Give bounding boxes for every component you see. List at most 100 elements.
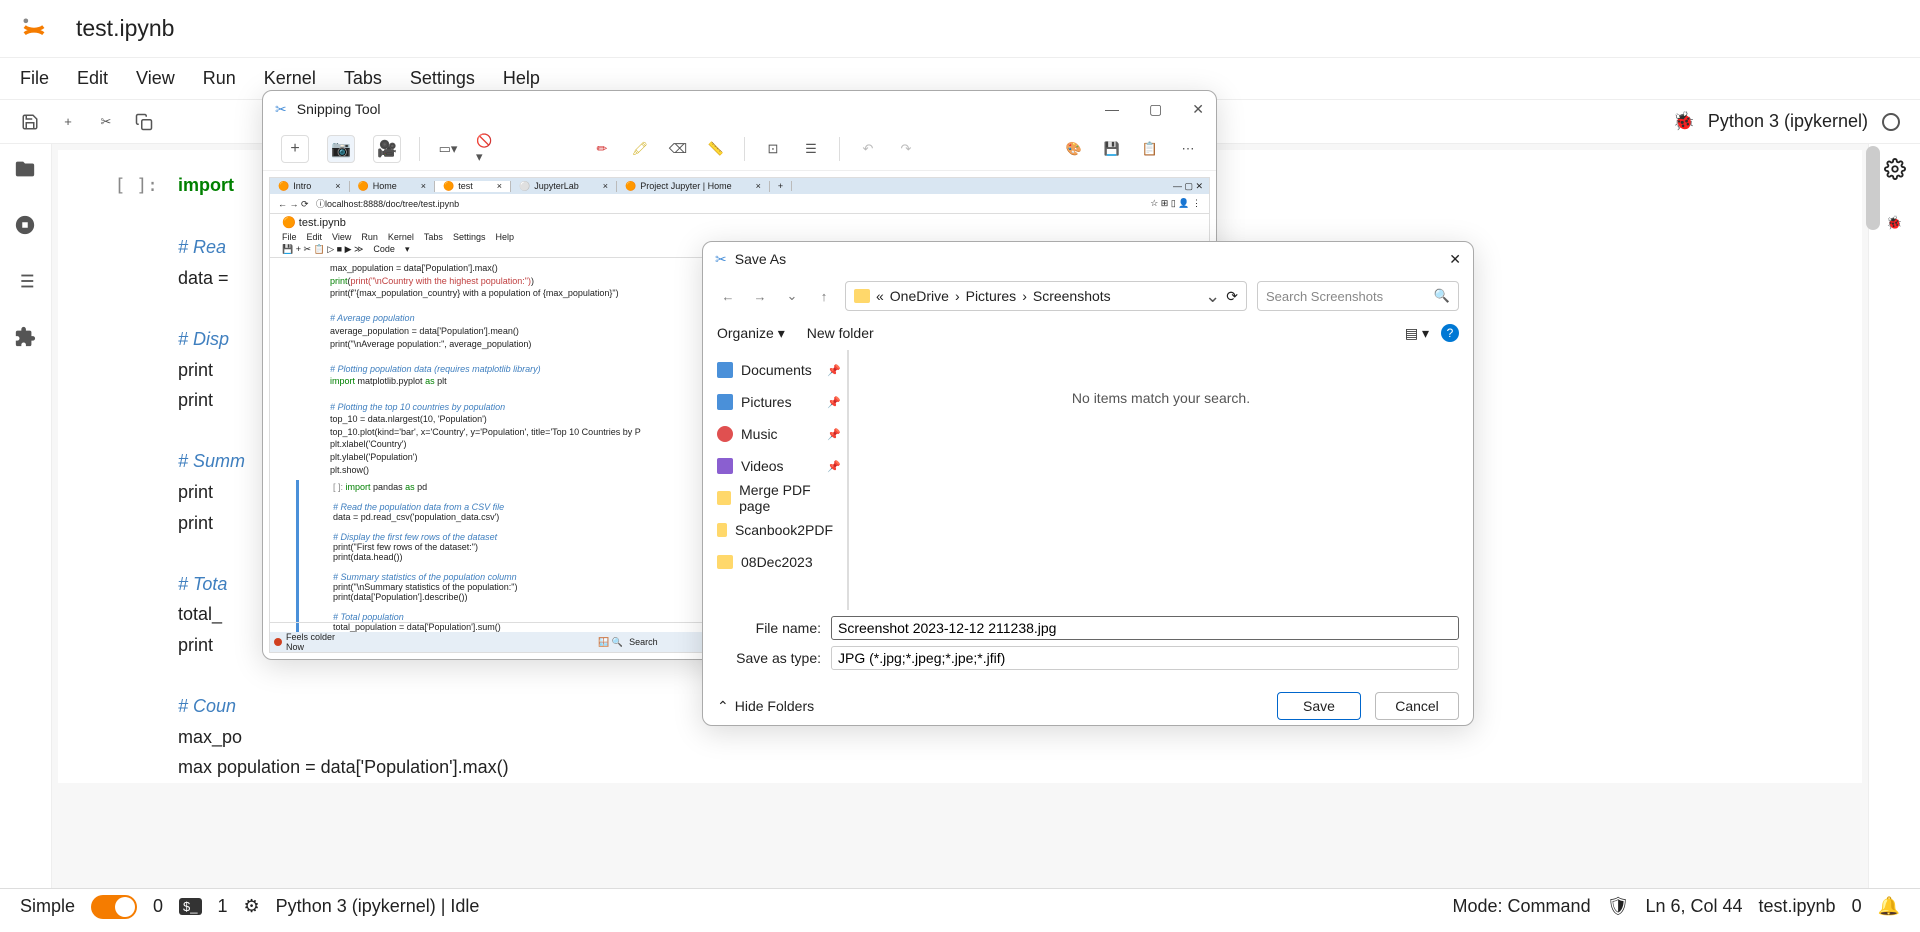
organize-button[interactable]: Organize ▾	[717, 325, 785, 342]
file-list: No items match your search.	[847, 350, 1473, 610]
gear-icon[interactable]	[1884, 158, 1906, 183]
delay-icon[interactable]: 🚫▾	[476, 139, 496, 159]
undo-icon[interactable]: ↶	[858, 139, 878, 159]
save-snip-icon[interactable]: 💾	[1102, 139, 1122, 159]
folder-dec[interactable]: 08Dec2023	[703, 546, 847, 578]
cancel-button[interactable]: Cancel	[1375, 692, 1459, 720]
bell-icon[interactable]: 🔔	[1878, 896, 1900, 917]
copy-icon[interactable]	[134, 112, 154, 132]
filename-label: File name:	[717, 620, 821, 636]
save-as-icon: ✂	[715, 251, 727, 268]
maximize-icon[interactable]: ▢	[1149, 101, 1162, 118]
kernel-status-icon	[1882, 113, 1900, 131]
save-as-dialog: ✂ Save As ✕ ← → ⌄ ↑ « OneDrive › Picture…	[702, 241, 1474, 726]
nav-up-icon[interactable]: ↑	[813, 285, 835, 307]
palette-icon[interactable]: 🎨	[1064, 139, 1084, 159]
text-recog-icon[interactable]: ☰	[801, 139, 821, 159]
refresh-icon[interactable]: ⟳	[1226, 288, 1238, 305]
status-bar: Simple 0 $_ 1 ⚙ Python 3 (ipykernel) | I…	[0, 888, 1920, 924]
folder-merge[interactable]: Merge PDF page	[703, 482, 847, 514]
rect-mode-icon[interactable]: ▭▾	[438, 139, 458, 159]
cut-icon[interactable]: ✂	[96, 112, 116, 132]
terminal-icon[interactable]: $_	[179, 898, 201, 915]
folder-documents[interactable]: Documents📌	[703, 354, 847, 386]
folder-videos[interactable]: Videos📌	[703, 450, 847, 482]
menu-run[interactable]: Run	[203, 68, 236, 89]
hide-folders-button[interactable]: ⌃Hide Folders	[717, 698, 814, 715]
new-snip-button[interactable]: +	[281, 135, 309, 163]
scrollbar[interactable]	[1866, 146, 1880, 230]
search-input[interactable]: Search Screenshots 🔍	[1257, 281, 1459, 311]
nav-forward-icon[interactable]: →	[749, 285, 771, 307]
filename-input[interactable]	[831, 616, 1459, 640]
redo-icon[interactable]: ↷	[896, 139, 916, 159]
bug-icon[interactable]: 🐞	[1674, 112, 1694, 132]
folder-icon[interactable]	[14, 158, 38, 182]
kernel-name[interactable]: Python 3 (ipykernel)	[1708, 111, 1868, 132]
new-folder-button[interactable]: New folder	[807, 325, 874, 341]
status-mode: Mode: Command	[1453, 896, 1591, 917]
simple-label: Simple	[20, 896, 75, 917]
running-icon[interactable]	[14, 214, 38, 238]
menu-view[interactable]: View	[136, 68, 175, 89]
video-mode-button[interactable]: 🎥	[373, 135, 401, 163]
jupyter-logo	[20, 15, 48, 43]
save-as-nav: ← → ⌄ ↑ « OneDrive › Pictures › Screensh…	[703, 276, 1473, 316]
save-button[interactable]: Save	[1277, 692, 1361, 720]
organize-bar: Organize ▾ New folder ▤ ▾ ?	[703, 316, 1473, 350]
menu-settings[interactable]: Settings	[410, 68, 475, 89]
path-bar[interactable]: « OneDrive › Pictures › Screenshots ⌄ ⟳	[845, 281, 1247, 311]
help-icon[interactable]: ?	[1441, 324, 1459, 342]
status-zero: 0	[153, 896, 163, 917]
status-pos: Ln 6, Col 44	[1645, 896, 1742, 917]
status-file: test.ipynb	[1759, 896, 1836, 917]
save-as-close-icon[interactable]: ✕	[1449, 251, 1461, 268]
status-zero2: 0	[1852, 896, 1862, 917]
camera-mode-button[interactable]: 📷	[327, 135, 355, 163]
snip-toolbar: + 📷 🎥 ▭▾ 🚫▾ ✏ 🖍 ⌫ 📏 ⊡ ☰ ↶ ↷ 🎨 💾 📋 ⋯	[263, 127, 1216, 171]
view-mode-icon[interactable]: ▤ ▾	[1405, 325, 1429, 342]
snip-titlebar[interactable]: ✂ Snipping Tool — ▢ ✕	[263, 91, 1216, 127]
extension-icon[interactable]	[14, 326, 38, 350]
search-icon: 🔍	[1434, 288, 1450, 304]
kernel-icon-sm: ⚙	[244, 896, 260, 917]
eraser-icon[interactable]: ⌫	[668, 139, 688, 159]
copy-snip-icon[interactable]: 📋	[1140, 139, 1160, 159]
crop-icon[interactable]: ⊡	[763, 139, 783, 159]
menu-help[interactable]: Help	[503, 68, 540, 89]
filetype-select[interactable]	[831, 646, 1459, 670]
pen-red-icon[interactable]: ✏	[592, 139, 612, 159]
shield-icon: 🛡	[1607, 896, 1630, 917]
path-folder-icon	[854, 289, 870, 303]
menu-file[interactable]: File	[20, 68, 49, 89]
save-icon[interactable]	[20, 112, 40, 132]
right-sidebar: 🐞	[1868, 144, 1920, 888]
empty-message: No items match your search.	[1072, 390, 1250, 406]
folder-tree: Documents📌 Pictures📌 Music📌 Videos📌 Merg…	[703, 350, 847, 610]
ruler-icon[interactable]: 📏	[706, 139, 726, 159]
more-icon[interactable]: ⋯	[1178, 139, 1198, 159]
folder-pictures[interactable]: Pictures📌	[703, 386, 847, 418]
notebook-title: test.ipynb	[76, 15, 174, 42]
save-as-titlebar[interactable]: ✂ Save As ✕	[703, 242, 1473, 276]
status-kernel: Python 3 (ipykernel) | Idle	[276, 896, 480, 917]
save-as-title-text: Save As	[735, 251, 786, 267]
folder-scan[interactable]: Scanbook2PDF	[703, 514, 847, 546]
highlighter-icon[interactable]: 🖍	[630, 139, 650, 159]
folder-music[interactable]: Music📌	[703, 418, 847, 450]
snip-app-icon: ✂	[275, 101, 287, 118]
status-one: 1	[218, 896, 228, 917]
minimize-icon[interactable]: —	[1105, 101, 1119, 118]
filetype-label: Save as type:	[717, 650, 821, 666]
menu-edit[interactable]: Edit	[77, 68, 108, 89]
close-icon[interactable]: ✕	[1192, 101, 1204, 118]
toc-icon[interactable]	[14, 270, 38, 294]
nav-dropdown-icon[interactable]: ⌄	[781, 285, 803, 307]
nav-back-icon[interactable]: ←	[717, 285, 739, 307]
debug-icon[interactable]: 🐞	[1886, 215, 1902, 231]
menu-tabs[interactable]: Tabs	[344, 68, 382, 89]
menu-kernel[interactable]: Kernel	[264, 68, 316, 89]
add-icon[interactable]: +	[58, 112, 78, 132]
simple-toggle[interactable]	[91, 895, 137, 919]
title-bar: test.ipynb	[0, 0, 1920, 58]
